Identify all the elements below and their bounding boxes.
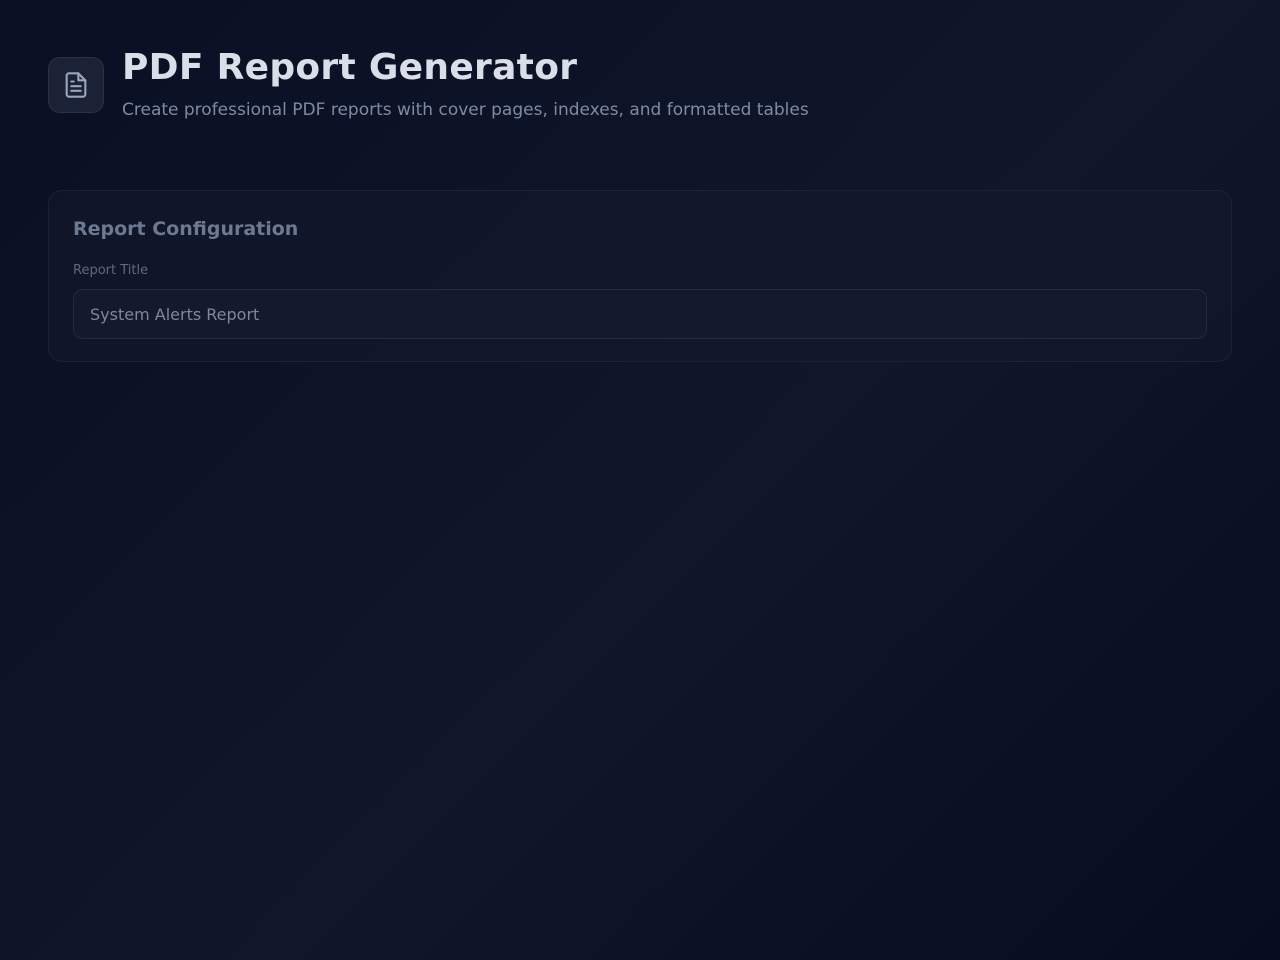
page-header: PDF Report Generator Create professional… <box>48 46 809 121</box>
card-title: Report Configuration <box>73 218 299 240</box>
page-title: PDF Report Generator <box>122 47 578 88</box>
report-configuration-card: Report Configuration Report Title <box>48 190 1232 362</box>
page-subtitle: Create professional PDF reports with cov… <box>122 100 809 120</box>
header-titles: PDF Report Generator Create professional… <box>122 46 809 121</box>
document-icon <box>62 71 90 99</box>
report-title-label: Report Title <box>73 263 149 278</box>
app-logo <box>48 57 104 113</box>
report-title-input[interactable] <box>73 289 1207 339</box>
